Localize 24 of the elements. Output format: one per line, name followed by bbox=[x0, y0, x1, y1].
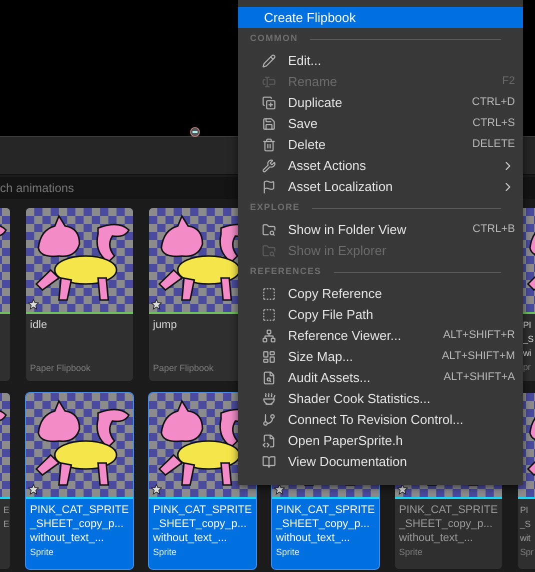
asset-type: Sprite bbox=[276, 546, 301, 559]
asset-type: Paper Flipbook bbox=[153, 362, 215, 375]
asset-name: jump bbox=[153, 318, 178, 332]
asset-name: PI _S wi bbox=[523, 319, 535, 360]
shortcut-label: CTRL+D bbox=[472, 95, 515, 110]
asset-type: Sprite bbox=[399, 546, 424, 559]
asset-name: PI _S wit bbox=[520, 504, 532, 545]
shortcut-label: CTRL+B bbox=[472, 222, 515, 238]
shortcut-label: ALT+SHIFT+M bbox=[442, 349, 515, 364]
asset-name: PINK_CAT_SPRITE _SHEET_copy_p... without_text_... bbox=[399, 503, 498, 545]
asset-name: E E bbox=[3, 504, 9, 531]
asset-type: Sprite bbox=[153, 546, 178, 559]
asset-type: Sprite bbox=[30, 546, 55, 559]
shortcut-label: DELETE bbox=[472, 137, 515, 152]
shortcut-label: ALT+SHIFT+R bbox=[443, 328, 515, 344]
asset-type: pr bbox=[523, 361, 532, 374]
asset-name: PINK_CAT_SPRITE _SHEET_copy_p... without_text_... bbox=[30, 503, 129, 545]
asset-name: PINK_CAT_SPRITE _SHEET_copy_p... without_text_... bbox=[276, 503, 375, 545]
asset-type: Spr bbox=[520, 546, 534, 559]
shortcut-label: ALT+SHIFT+A bbox=[444, 370, 515, 386]
asset-name: idle bbox=[30, 318, 48, 332]
asset-type: Paper Flipbook bbox=[30, 362, 92, 375]
shortcut-label: CTRL+S bbox=[472, 116, 515, 132]
asset-name: PINK_CAT_SPRITE _SHEET_copy_p... without_text_... bbox=[153, 503, 252, 545]
